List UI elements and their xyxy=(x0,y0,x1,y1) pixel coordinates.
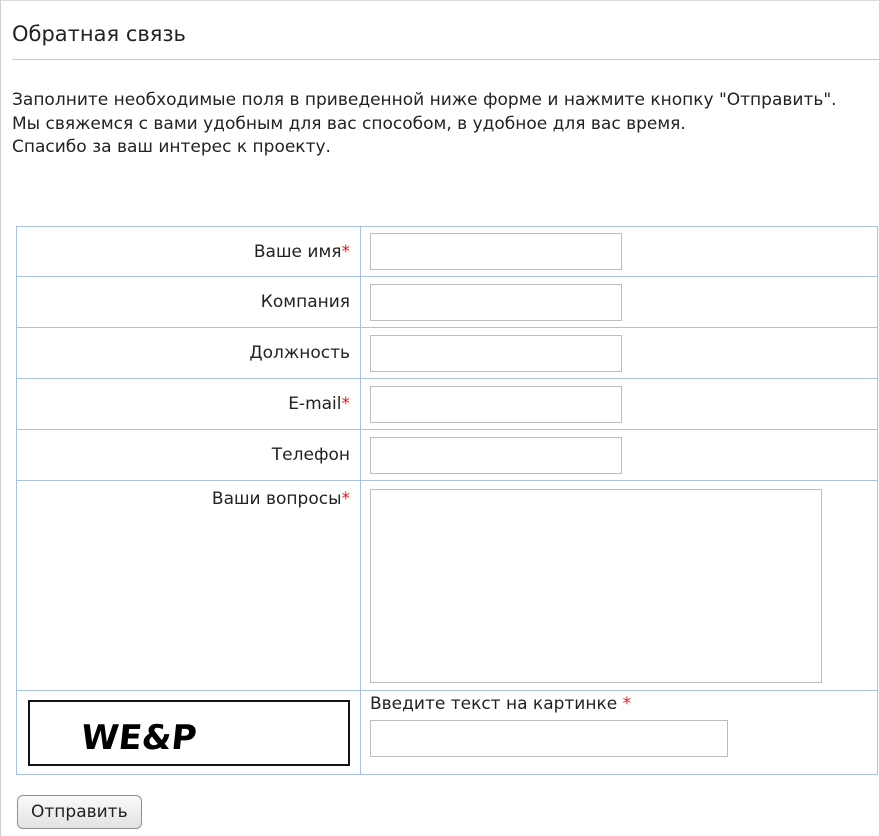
form-row-questions: Ваши вопросы* xyxy=(16,480,878,691)
submit-button[interactable]: Отправить xyxy=(17,795,142,829)
position-input[interactable] xyxy=(370,334,622,372)
form-row-phone: Телефон xyxy=(16,429,878,481)
title-divider xyxy=(12,59,879,60)
questions-textarea[interactable] xyxy=(370,488,822,683)
intro-line-thanks: Спасибо за ваш интерес к проекту. xyxy=(12,137,331,157)
form-row-company: Компания xyxy=(16,276,878,328)
captcha-graphic: WE&P xyxy=(79,718,198,758)
left-border xyxy=(0,0,1,836)
intro-line-instructions: Заполните необходимые поля в приведенной… xyxy=(12,90,837,110)
name-label: Ваше имя* xyxy=(16,226,361,277)
intro-text: Заполните необходимые поля в приведенной… xyxy=(12,89,842,160)
required-mark: * xyxy=(341,241,351,262)
name-input[interactable] xyxy=(370,233,622,270)
captcha-image: WE&P xyxy=(28,699,350,766)
form-row-position: Должность xyxy=(16,327,878,379)
required-mark: * xyxy=(341,394,351,414)
intro-line-contact: Мы свяжемся с вами удобным для вас спосо… xyxy=(12,113,686,134)
top-border xyxy=(0,0,879,1)
email-label: E-mail* xyxy=(16,378,361,430)
captcha-text: WE&P xyxy=(79,718,198,758)
phone-input[interactable] xyxy=(370,436,622,474)
questions-label: Ваши вопросы* xyxy=(16,480,361,691)
feedback-form: Ваше имя* Компания Должность E-mail* Тел… xyxy=(16,226,878,775)
required-mark: * xyxy=(341,489,351,509)
captcha-input[interactable] xyxy=(370,720,728,757)
captcha-prompt: Введите текст на картинке * xyxy=(370,694,632,714)
form-row-captcha: WE&P Введите текст на картинке * xyxy=(16,690,878,775)
email-input[interactable] xyxy=(370,385,622,423)
form-row-email: E-mail* xyxy=(16,378,878,430)
company-input[interactable] xyxy=(370,283,622,321)
page-title: Обратная связь xyxy=(12,22,186,46)
company-label: Компания xyxy=(16,276,361,328)
phone-label: Телефон xyxy=(16,429,361,481)
required-mark: * xyxy=(622,694,632,714)
position-label: Должность xyxy=(16,327,361,379)
form-row-name: Ваше имя* xyxy=(16,226,878,277)
